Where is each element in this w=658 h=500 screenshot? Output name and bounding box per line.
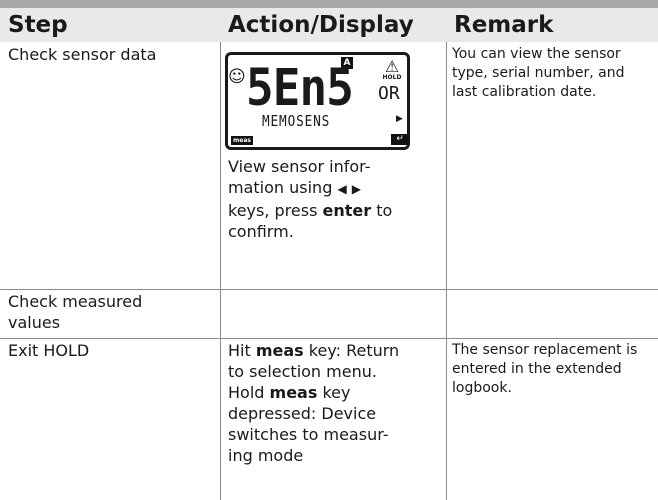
remark-cell: You can view the sensor type, serial num… <box>446 42 658 289</box>
remark-line: type, serial number, and <box>452 65 625 81</box>
header-step: Step <box>8 12 68 38</box>
action-line: to selection menu. <box>228 362 377 381</box>
table-row: Exit HOLD Hit meas key: Return to select… <box>0 338 658 500</box>
action-line: depressed: Device <box>228 404 377 423</box>
top-rule <box>0 0 658 8</box>
table-row: Check measured values <box>0 289 658 338</box>
step-check-measured-values: Check measured values <box>8 292 143 332</box>
remark-line: logbook. <box>452 380 512 396</box>
table-row: Check sensor data A ☺ 5En5 OR ⚠ HOLD MEM… <box>0 42 658 289</box>
table-header-row: Step Action/Display Remark <box>0 8 658 42</box>
action-text: View sensor infor- mation using ◀ ▶ keys… <box>220 154 446 244</box>
lcd-main-text: 5En5 <box>246 59 354 118</box>
lcd-sub-text: MEMOSENS <box>262 112 331 130</box>
row-divider <box>0 338 658 339</box>
action-line: confirm. <box>228 222 294 241</box>
warning-hold-icon: ⚠ HOLD <box>380 59 404 81</box>
hold-label: HOLD <box>382 74 402 81</box>
action-line: Hit meas key: Return <box>228 341 400 360</box>
row-divider <box>0 289 658 290</box>
action-line: keys, press enter to <box>228 201 393 220</box>
meas-softkey-label: meas <box>231 136 253 145</box>
smiley-icon: ☺ <box>228 67 246 87</box>
action-cell <box>220 289 446 338</box>
column-divider <box>446 42 447 500</box>
step-check-sensor-data: Check sensor data <box>8 45 157 64</box>
action-line: mation using ◀ ▶ <box>228 177 438 200</box>
remark-line: entered in the extended <box>452 361 622 377</box>
remark-line: You can view the sensor <box>452 46 621 62</box>
lcd-suffix-text: OR <box>378 83 400 104</box>
lcd-display: A ☺ 5En5 OR ⚠ HOLD MEMOSENS ▶ meas ↵ <box>225 52 410 150</box>
remark-line: last calibration date. <box>452 84 597 100</box>
action-line: ing mode <box>228 446 304 465</box>
header-action: Action/Display <box>228 12 414 38</box>
right-arrow-icon: ▶ <box>351 182 361 196</box>
column-divider <box>220 42 221 500</box>
enter-key-icon: ↵ <box>391 134 409 145</box>
action-cell: Hit meas key: Return to selection menu. … <box>220 338 446 500</box>
action-line: switches to measur- <box>228 425 389 444</box>
header-remark: Remark <box>454 12 554 38</box>
remark-cell <box>446 289 658 338</box>
action-cell: A ☺ 5En5 OR ⚠ HOLD MEMOSENS ▶ meas ↵ Vie… <box>220 42 446 289</box>
action-line: Hold meas key <box>228 383 351 402</box>
remark-cell: The sensor replacement is entered in the… <box>446 338 658 500</box>
left-arrow-icon: ◀ <box>337 182 347 196</box>
remark-line: The sensor replacement is <box>452 342 638 358</box>
right-arrow-icon: ▶ <box>396 114 403 124</box>
action-line: View sensor infor- <box>228 157 371 176</box>
step-exit-hold: Exit HOLD <box>8 341 90 360</box>
enter-key-name: enter <box>322 201 372 220</box>
